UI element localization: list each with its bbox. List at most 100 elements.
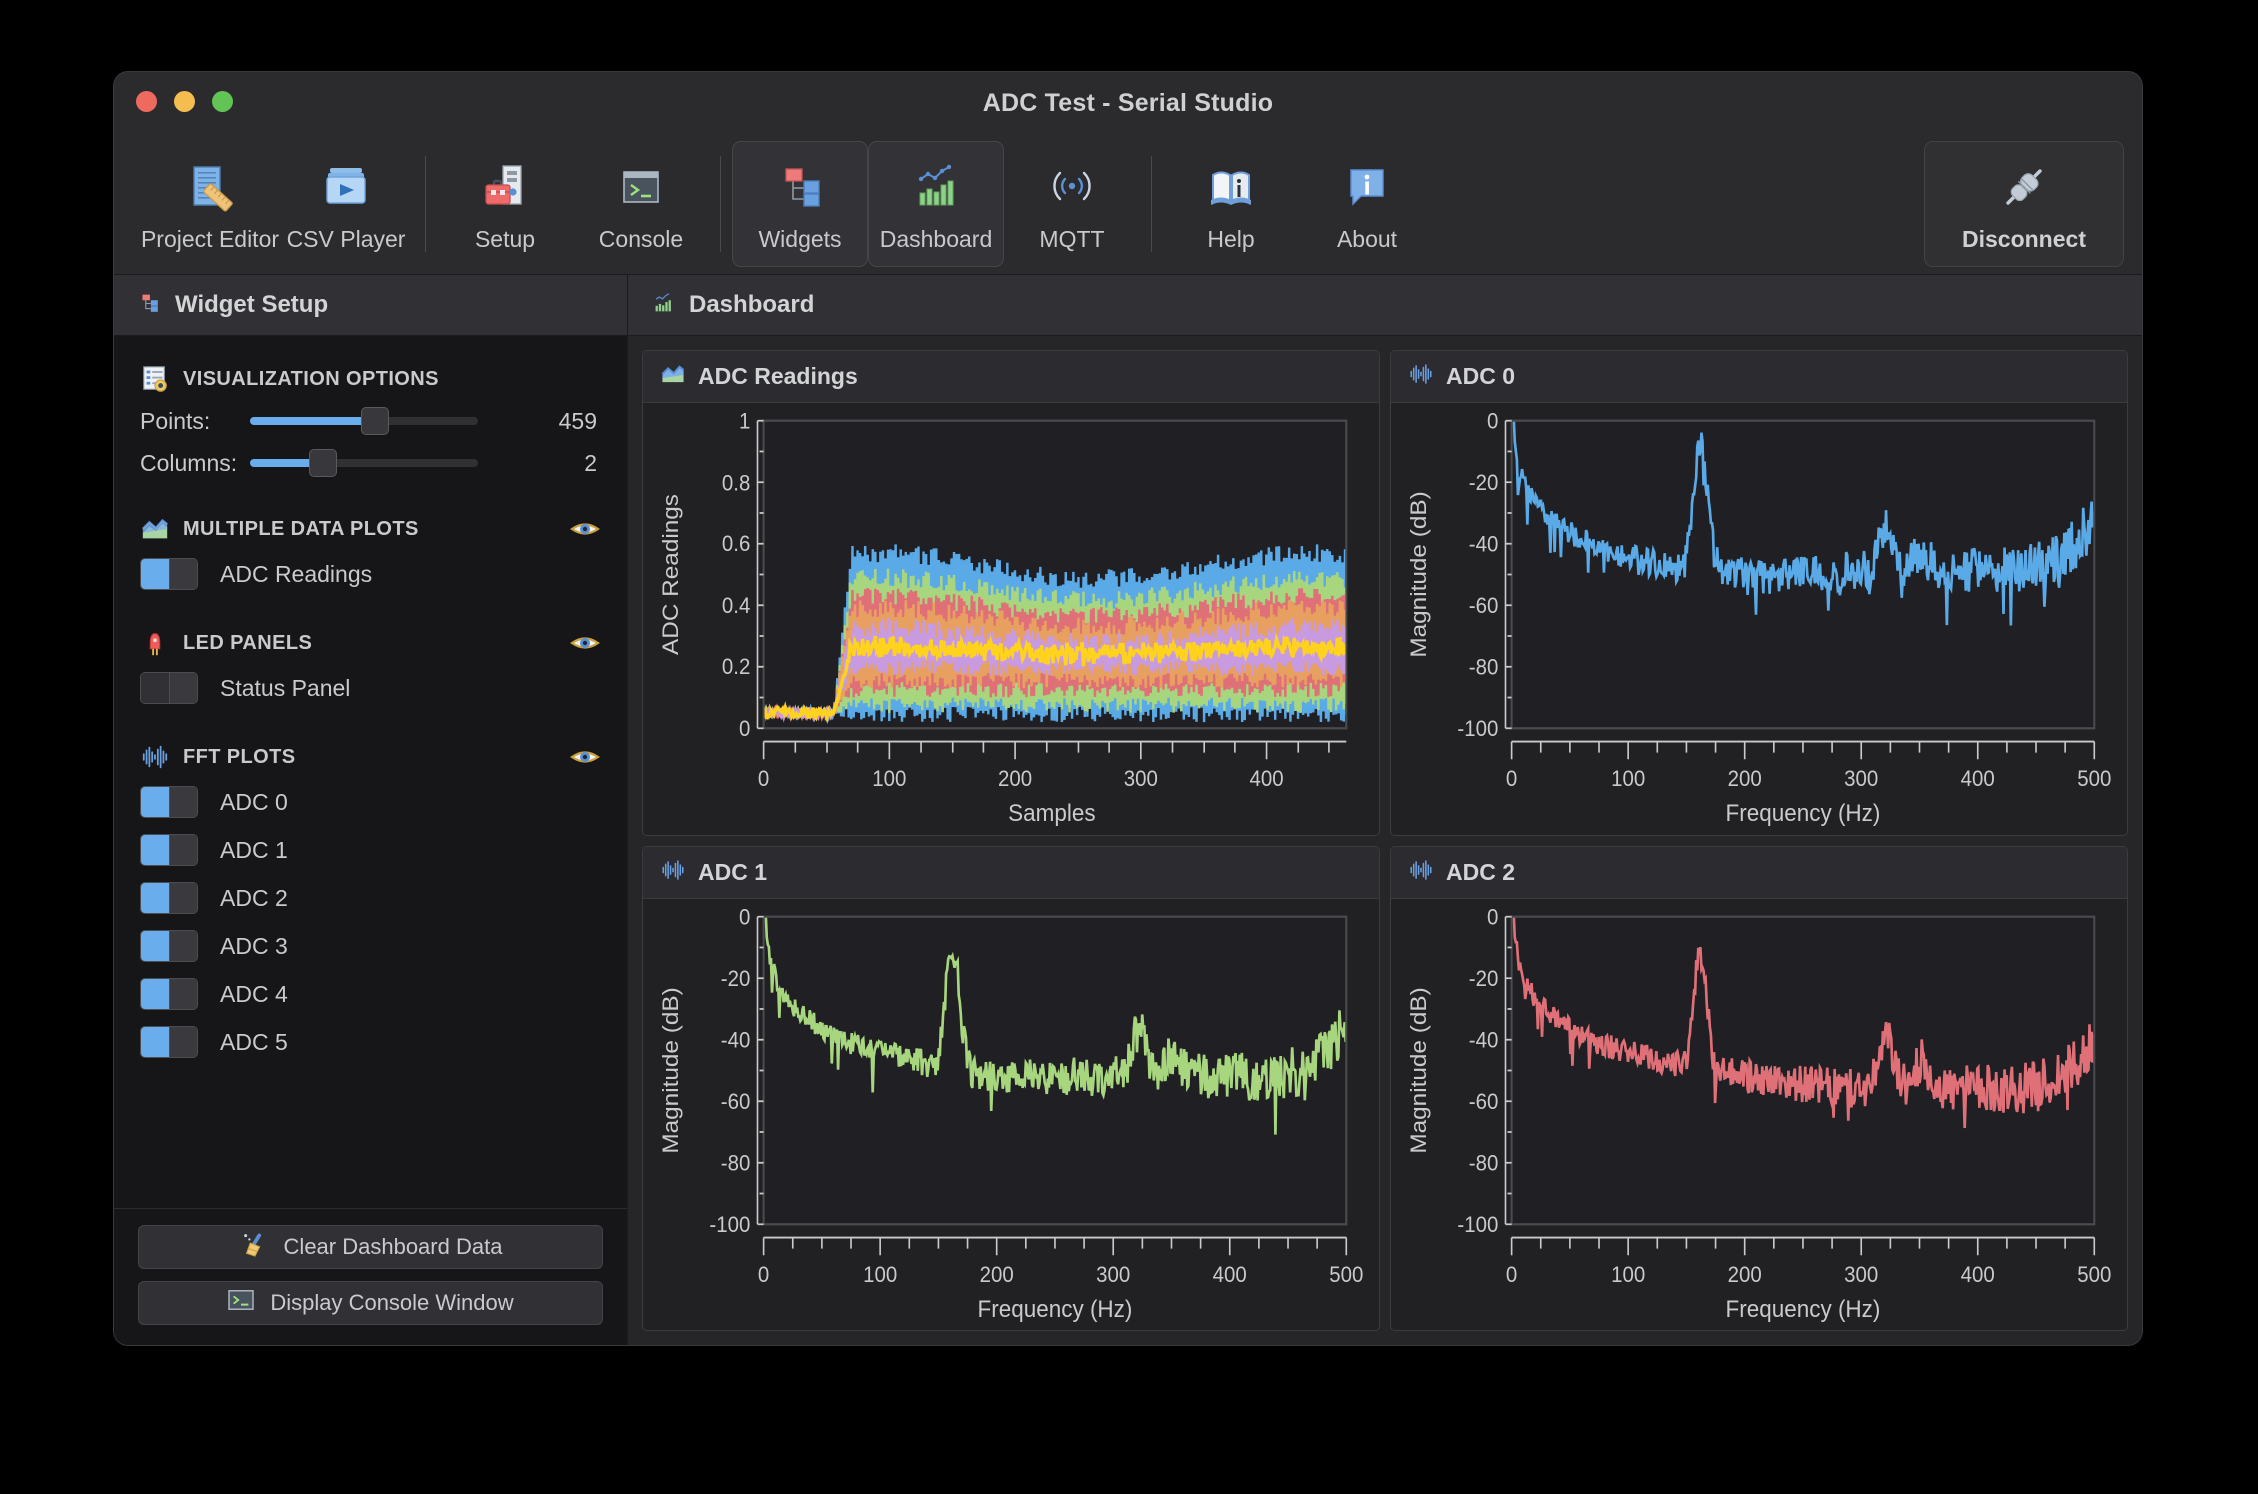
eye-icon[interactable] bbox=[569, 744, 601, 770]
chart-adc-0: 0 -20 -40 -60 -80 -100 Magnitude (dB) 0 100 200 30… bbox=[1391, 403, 2127, 835]
points-label: Points: bbox=[140, 407, 211, 434]
card-adc-2: ADC 2 0 -20 -40 -60 -80 -100 Magnitude (dB) 0 10… bbox=[1390, 845, 2128, 1331]
minimize-button[interactable] bbox=[174, 91, 195, 112]
toolbar-button-setup[interactable]: Setup bbox=[437, 141, 573, 267]
toolbar-button-project-editor[interactable]: Project Editor bbox=[140, 141, 280, 267]
widget-setup-header: Widget Setup bbox=[114, 275, 628, 335]
window-controls bbox=[136, 91, 233, 112]
svg-text:500: 500 bbox=[1329, 1262, 1363, 1287]
toolbar-button-csv-player[interactable]: CSV Player bbox=[278, 141, 414, 267]
toggle-row-adc-3[interactable]: ADC 3 bbox=[140, 922, 601, 970]
panel-header-strip: Widget Setup Dashboard bbox=[114, 274, 2142, 336]
toggle-label: ADC 2 bbox=[220, 884, 288, 911]
toolbar-label: Widgets bbox=[758, 225, 842, 252]
svg-text:1: 1 bbox=[739, 409, 750, 434]
app-window: ADC Test - Serial Studio Project Editor … bbox=[114, 72, 2142, 1345]
svg-text:0.8: 0.8 bbox=[722, 471, 750, 496]
widgets-icon bbox=[136, 290, 162, 321]
toolbar-separator bbox=[425, 156, 426, 252]
card-title: ADC Readings bbox=[698, 363, 858, 389]
toolbar-separator bbox=[720, 156, 721, 252]
project-editor-icon bbox=[182, 156, 238, 218]
display-console-window-button[interactable]: Display Console Window bbox=[138, 1281, 603, 1325]
toolbar-button-console[interactable]: Console bbox=[573, 141, 709, 267]
card-adc-readings: ADC Readings 0 0.2 0.4 0.6 0.8 1 ADC Rea… bbox=[642, 350, 1380, 836]
toggle-adc-1[interactable] bbox=[140, 834, 198, 866]
svg-text:-20: -20 bbox=[1469, 966, 1499, 991]
svg-text:0: 0 bbox=[739, 716, 751, 741]
eye-icon[interactable] bbox=[569, 516, 601, 542]
led-icon bbox=[140, 628, 170, 658]
toggle-adc-0[interactable] bbox=[140, 786, 198, 818]
svg-text:-80: -80 bbox=[1469, 655, 1499, 680]
csv-player-icon bbox=[318, 156, 374, 218]
toggle-adc-2[interactable] bbox=[140, 882, 198, 914]
svg-text:400: 400 bbox=[1213, 1262, 1247, 1287]
eye-icon[interactable] bbox=[569, 630, 601, 656]
svg-text:0: 0 bbox=[1487, 904, 1499, 929]
toolbar-button-widgets[interactable]: Widgets bbox=[732, 141, 868, 267]
points-slider-row: Points: 459 bbox=[140, 400, 601, 442]
columns-slider-knob[interactable] bbox=[308, 449, 337, 477]
toggle-row-adc-5[interactable]: ADC 5 bbox=[140, 1018, 601, 1066]
about-icon bbox=[1339, 156, 1395, 218]
main-body: VISUALIZATION OPTIONS Points: 459 Column… bbox=[114, 336, 2142, 1345]
toggle-label: ADC 1 bbox=[220, 836, 288, 863]
toggle-adc-5[interactable] bbox=[140, 1026, 198, 1058]
card-title: ADC 1 bbox=[698, 858, 768, 885]
svg-text:-60: -60 bbox=[1469, 1089, 1499, 1114]
svg-text:100: 100 bbox=[1611, 1262, 1645, 1287]
toolbar-button-about[interactable]: About bbox=[1299, 141, 1435, 267]
console-icon bbox=[613, 156, 669, 218]
toggle-row-adc-2[interactable]: ADC 2 bbox=[140, 874, 601, 922]
columns-slider[interactable] bbox=[250, 449, 478, 477]
fft-icon bbox=[1408, 361, 1434, 392]
toggle-status-panel[interactable] bbox=[140, 672, 198, 704]
window-title: ADC Test - Serial Studio bbox=[982, 89, 1274, 117]
button-label: Display Console Window bbox=[270, 1290, 514, 1315]
clear-dashboard-data-button[interactable]: Clear Dashboard Data bbox=[138, 1225, 603, 1269]
multi-plot-icon bbox=[140, 514, 170, 544]
section-title: MULTIPLE DATA PLOTS bbox=[183, 517, 419, 540]
dashboard-title: Dashboard bbox=[689, 291, 815, 318]
svg-text:ADC Readings: ADC Readings bbox=[658, 494, 683, 655]
toggle-label: ADC 3 bbox=[220, 932, 288, 959]
multi-plot-icon bbox=[660, 361, 686, 392]
broom-icon bbox=[239, 1231, 269, 1263]
svg-text:-100: -100 bbox=[1457, 1212, 1498, 1237]
card-title: ADC 0 bbox=[1446, 363, 1516, 389]
svg-text:0.4: 0.4 bbox=[722, 593, 751, 618]
toolbar-label: Dashboard bbox=[879, 225, 993, 252]
toggle-row-adc-1[interactable]: ADC 1 bbox=[140, 826, 601, 874]
toolbar-label: Help bbox=[1207, 225, 1255, 252]
chart-adc-1: 0 -20 -40 -60 -80 -100 Magnitude (dB) 0 100 200 30… bbox=[643, 899, 1379, 1331]
toolbar-label: Project Editor bbox=[140, 225, 280, 252]
card-header: ADC 1 bbox=[643, 846, 1379, 899]
disconnect-button[interactable]: Disconnect bbox=[1924, 141, 2124, 267]
svg-text:-60: -60 bbox=[721, 1089, 751, 1114]
svg-text:-80: -80 bbox=[1469, 1150, 1499, 1175]
columns-slider-row: Columns: 2 bbox=[140, 442, 601, 484]
console-icon bbox=[227, 1288, 255, 1318]
widgets-icon bbox=[772, 156, 828, 218]
toggle-adc-4[interactable] bbox=[140, 978, 198, 1010]
toolbar-button-dashboard[interactable]: Dashboard bbox=[868, 141, 1004, 267]
points-slider-knob[interactable] bbox=[361, 407, 390, 435]
connector-icon bbox=[1995, 156, 2053, 218]
svg-text:500: 500 bbox=[2077, 766, 2111, 791]
toggle-row-adc-0[interactable]: ADC 0 bbox=[140, 778, 601, 826]
close-button[interactable] bbox=[136, 91, 157, 112]
toggle-row-adc-readings[interactable]: ADC Readings bbox=[140, 550, 601, 598]
toolbar-button-help[interactable]: Help bbox=[1163, 141, 1299, 267]
dashboard-icon bbox=[650, 290, 676, 321]
title-bar: ADC Test - Serial Studio bbox=[114, 72, 2142, 134]
visualization-options-icon bbox=[140, 364, 170, 394]
maximize-button[interactable] bbox=[212, 91, 233, 112]
points-slider[interactable] bbox=[250, 407, 478, 435]
card-adc-1: ADC 1 0 -20 -40 -60 -80 -100 Magnitude (dB) 0 10… bbox=[642, 845, 1380, 1331]
toggle-adc-3[interactable] bbox=[140, 930, 198, 962]
toggle-row-adc-4[interactable]: ADC 4 bbox=[140, 970, 601, 1018]
toggle-adc-readings[interactable] bbox=[140, 558, 198, 590]
toolbar-button-mqtt[interactable]: MQTT bbox=[1004, 141, 1140, 267]
toggle-row-status-panel[interactable]: Status Panel bbox=[140, 664, 601, 712]
